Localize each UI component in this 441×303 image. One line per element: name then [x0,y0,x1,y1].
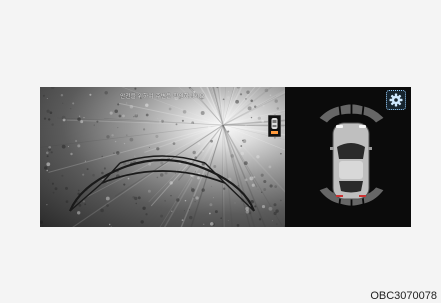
front-sensor-zones [318,103,385,124]
rear-camera-view: 안전을 위하여 주변을 확인하십시오 [40,87,285,227]
parking-guide-lines [68,155,256,212]
guide-line-side-right [204,162,255,212]
sensor-zone-front-center-left [339,103,352,116]
settings-gear-icon[interactable] [386,90,406,110]
figure-code: OBC3070078 [370,290,437,302]
sensor-zone-front-center-right [351,103,364,116]
display-screen: 안전을 위하여 주변을 확인하십시오 [40,87,411,227]
sensor-zone-front-left [318,105,341,124]
safety-warning-banner: 안전을 위하여 주변을 확인하십시오 [120,94,205,100]
guide-line-outer [68,158,256,212]
car-top-view-icon [330,122,372,200]
parking-sensor-panel [285,87,411,227]
sensor-zone-front-right [362,105,385,124]
guide-line-side-left [69,162,121,212]
rear-view-toggle-icon[interactable] [268,115,281,137]
guide-line-middle [101,170,226,184]
